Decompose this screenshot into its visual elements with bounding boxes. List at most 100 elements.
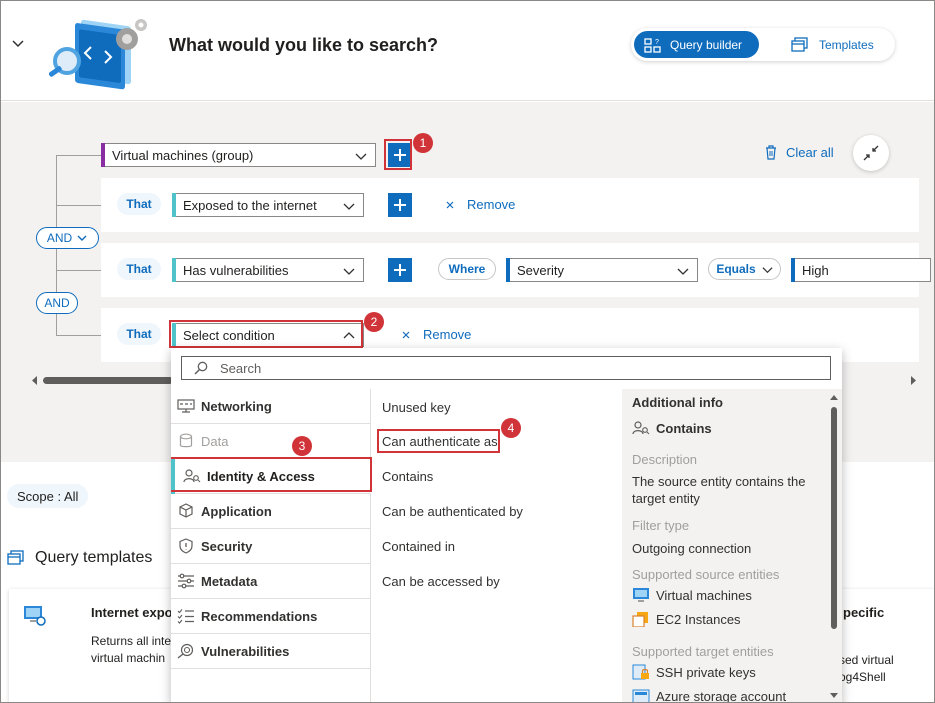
search-icon: [194, 361, 208, 375]
database-icon: [179, 433, 193, 448]
callout-badge: 3: [292, 436, 312, 456]
condition-dropdown[interactable]: Has vulnerabilities: [172, 258, 364, 282]
highlight-box: [171, 457, 372, 492]
chevron-down-icon[interactable]: [11, 37, 25, 51]
and-operator-dropdown[interactable]: AND: [36, 227, 99, 249]
query-templates-title: Query templates: [35, 549, 153, 566]
target-entity: SSH private keys: [632, 664, 756, 680]
template-card-description: og4Shell: [839, 670, 886, 684]
and-label: AND: [46, 231, 73, 245]
scrollbar-thumb[interactable]: [43, 377, 173, 384]
relation-item[interactable]: Contained in: [382, 539, 455, 554]
target-entity: Azure storage account: [632, 688, 787, 703]
category-recommendations[interactable]: Recommendations: [171, 599, 371, 634]
query-builder-icon: ?: [644, 37, 661, 53]
category-label: Networking: [201, 398, 272, 414]
application-icon: [179, 503, 193, 518]
root-entity-value: Virtual machines (group): [112, 147, 254, 163]
tree-connector: [56, 155, 101, 156]
condition-search-input[interactable]: Search: [181, 356, 831, 380]
vertical-scrollbar[interactable]: [829, 393, 839, 700]
minimize-button[interactable]: [853, 135, 889, 171]
page-title: What would you like to search?: [169, 35, 439, 55]
category-label: Security: [201, 538, 253, 554]
template-card-description: virtual machin: [91, 651, 166, 665]
templates-label: Templates: [819, 37, 874, 52]
template-card-title: Internet expo: [91, 605, 173, 620]
tree-connector: [56, 270, 101, 271]
shield-icon: [179, 538, 193, 554]
category-label: Data: [201, 433, 229, 449]
add-filter-button[interactable]: [388, 258, 412, 282]
template-card[interactable]: Internet expo Returns all inte virtual m…: [9, 589, 173, 702]
select-condition-popup: Search Networking Data Identity & Access…: [171, 348, 842, 703]
property-dropdown[interactable]: Severity: [506, 258, 698, 282]
ec2-instance-icon: [632, 612, 648, 627]
plus-icon: [394, 199, 406, 211]
tree-connector: [56, 205, 101, 206]
search-illustration-icon: [49, 19, 147, 90]
query-builder-button[interactable]: ? Query builder: [634, 31, 759, 58]
source-entity-label: EC2 Instances: [656, 611, 741, 627]
remove-label: Remove: [467, 197, 516, 212]
condition-value: Exposed to the internet: [183, 197, 317, 213]
clear-all-button[interactable]: Clear all: [764, 144, 834, 160]
that-label: That: [117, 258, 161, 280]
template-card-title: pecific: [843, 605, 885, 620]
category-networking[interactable]: Networking: [171, 389, 371, 424]
chevron-down-icon: [343, 268, 355, 275]
templates-icon: [791, 36, 808, 52]
operator-dropdown[interactable]: Equals: [708, 258, 781, 280]
chevron-down-icon: [677, 268, 689, 275]
category-metadata[interactable]: Metadata: [171, 564, 371, 599]
mode-toggle: ? Query builder Templates: [631, 28, 895, 61]
description-text: The source entity contains the target en…: [632, 474, 806, 506]
callout-badge: 4: [501, 418, 521, 438]
source-entity-label: Virtual machines: [656, 587, 752, 603]
target-entity-label: Azure storage account: [656, 688, 787, 703]
chevron-down-icon: [762, 266, 773, 273]
scrollbar-thumb[interactable]: [831, 407, 837, 629]
add-filter-button[interactable]: [388, 193, 412, 217]
remove-condition-button[interactable]: Remove: [445, 197, 515, 212]
metadata-icon: [178, 573, 194, 589]
condition-value: Has vulnerabilities: [183, 262, 289, 278]
category-vulnerabilities[interactable]: Vulnerabilities: [171, 634, 371, 669]
category-label: Recommendations: [201, 608, 318, 624]
remove-label: Remove: [423, 327, 472, 342]
storage-account-icon: [632, 689, 650, 702]
query-builder-label: Query builder: [670, 37, 743, 52]
callout-badge: 2: [364, 312, 384, 332]
plus-icon: [394, 264, 406, 276]
scope-label: Scope : All: [17, 488, 79, 504]
relation-item[interactable]: Contains: [382, 469, 433, 484]
relation-item[interactable]: Unused key: [382, 400, 451, 415]
ssh-key-icon: [632, 664, 649, 680]
source-entity: Virtual machines: [632, 587, 752, 603]
chevron-down-icon: [77, 235, 87, 241]
highlight-box: [384, 139, 412, 170]
remove-condition-button[interactable]: Remove: [401, 327, 471, 342]
condition-dropdown[interactable]: Exposed to the internet: [172, 193, 364, 217]
trash-icon: [766, 145, 776, 160]
query-templates-heading: Query templates: [7, 549, 152, 567]
value-input[interactable]: High: [791, 258, 931, 282]
template-card[interactable]: pecific sed virtual og4Shell: [827, 589, 934, 702]
category-application[interactable]: Application: [171, 494, 371, 529]
svg-text:?: ?: [655, 39, 659, 46]
relation-item[interactable]: Can be authenticated by: [382, 504, 523, 519]
condition-accent-bar: [172, 258, 176, 282]
scope-filter[interactable]: Scope : All: [7, 484, 89, 508]
templates-button[interactable]: Templates: [791, 31, 874, 58]
chevron-down-icon: [343, 203, 355, 210]
relation-item[interactable]: Can be accessed by: [382, 574, 500, 589]
root-entity-dropdown[interactable]: Virtual machines (group): [101, 143, 376, 167]
template-card-description: Returns all inte: [91, 634, 172, 648]
category-data[interactable]: Data: [171, 424, 371, 459]
category-security[interactable]: Security: [171, 529, 371, 564]
tree-connector: [56, 335, 101, 336]
scroll-down-icon: [830, 693, 838, 698]
source-entity: EC2 Instances: [632, 611, 741, 627]
recommendations-icon: [177, 609, 194, 624]
close-icon: [446, 201, 454, 208]
